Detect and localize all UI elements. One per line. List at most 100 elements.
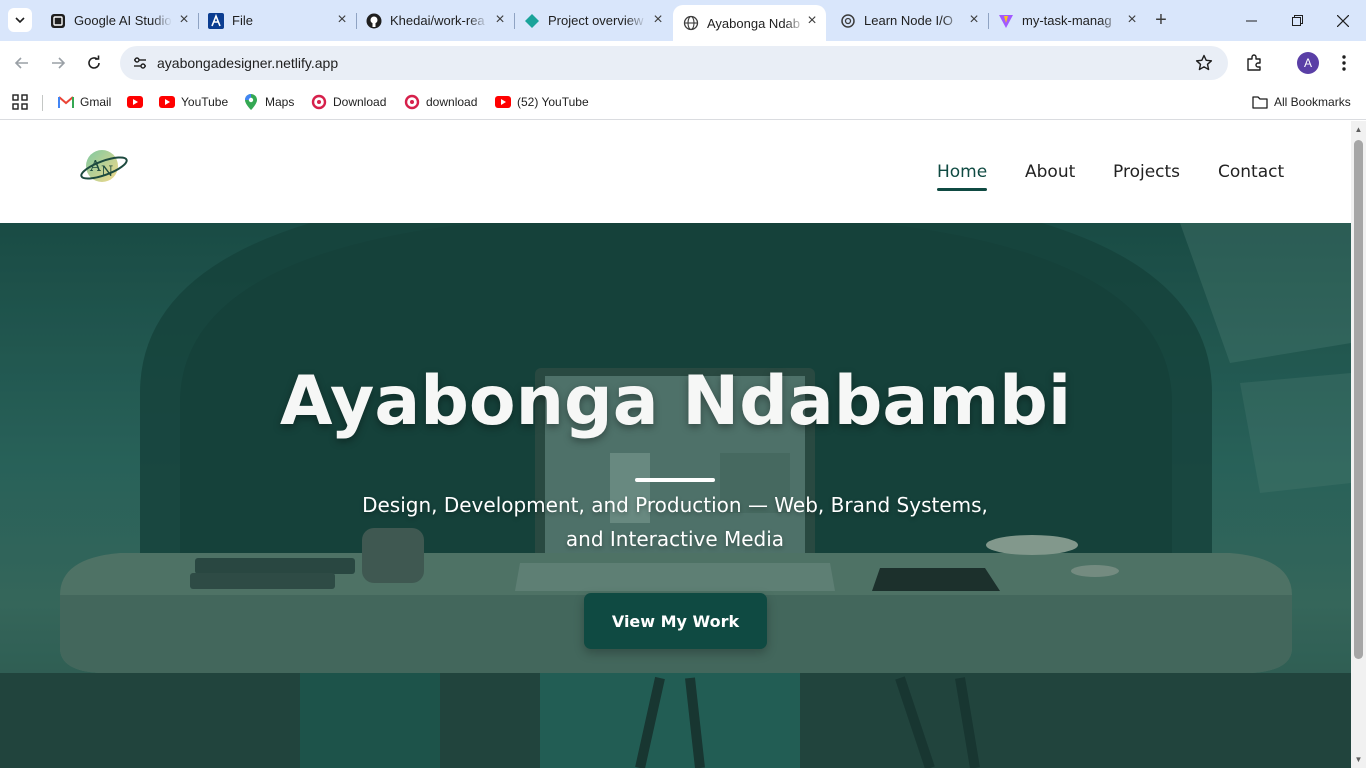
bookmark-label: (52) YouTube xyxy=(517,95,589,109)
bookmarks-bar: Gmail YouTube Maps Download download (52… xyxy=(0,85,1366,120)
openai-icon xyxy=(840,13,856,29)
scroll-up-arrow-icon[interactable]: ▲ xyxy=(1354,125,1363,134)
logo-text: A xyxy=(89,157,101,175)
logo-mark-icon: A N xyxy=(80,150,128,182)
github-icon xyxy=(366,13,382,29)
star-icon xyxy=(1195,54,1213,71)
browser-menu-button[interactable] xyxy=(1330,49,1358,77)
bookmark-star-button[interactable] xyxy=(1194,53,1214,73)
tab-google-ai-studio[interactable]: Google AI Studio × xyxy=(40,0,199,41)
new-tab-button[interactable]: + xyxy=(1151,10,1171,30)
tab-title: Learn Node I/O xyxy=(864,13,953,28)
puzzle-icon xyxy=(1247,54,1261,71)
all-bookmarks-button[interactable]: All Bookmarks xyxy=(1252,92,1351,112)
tab-title: Google AI Studio xyxy=(74,13,172,28)
reload-button[interactable] xyxy=(80,49,108,77)
page-scrollbar[interactable]: ▲ ▼ xyxy=(1351,121,1366,768)
tab-my-task-manager[interactable]: my-task-manag × xyxy=(988,0,1146,41)
logo-text: N xyxy=(101,164,113,180)
view-my-work-button[interactable]: View My Work xyxy=(584,593,767,649)
chevron-down-icon xyxy=(15,17,25,24)
bookmark-youtube-52[interactable]: (52) YouTube xyxy=(495,92,589,112)
arrow-left-icon xyxy=(14,57,28,69)
close-tab-icon[interactable]: × xyxy=(650,11,666,28)
close-tab-icon[interactable]: × xyxy=(1124,11,1140,28)
tab-file[interactable]: File × xyxy=(198,0,357,41)
bookmark-label: Maps xyxy=(265,95,295,109)
tab-title: Khedai/work-rea xyxy=(390,13,485,28)
tab-learn-node[interactable]: Learn Node I/O × xyxy=(830,0,989,41)
bookmark-separator xyxy=(42,95,43,111)
browser-toolbar: ayabongadesigner.netlify.app A xyxy=(0,41,1366,85)
tab-search-button[interactable] xyxy=(8,8,32,32)
gmail-icon xyxy=(58,94,74,110)
vite-icon xyxy=(998,13,1014,29)
apps-grid-icon xyxy=(12,94,28,110)
file-app-icon xyxy=(208,12,224,29)
kebab-menu-icon xyxy=(1342,55,1346,71)
download-site-icon xyxy=(311,94,327,110)
page-viewport: A N Home About Projects Contact Ayabonga… xyxy=(0,121,1351,768)
bookmark-download[interactable]: Download xyxy=(311,92,386,112)
minimize-button[interactable] xyxy=(1228,0,1274,41)
tune-icon xyxy=(134,57,146,69)
close-tab-icon[interactable]: × xyxy=(804,12,820,29)
hero-title: Ayabonga Ndabambi xyxy=(279,362,1072,441)
google-ai-studio-icon xyxy=(50,13,66,29)
apps-button[interactable] xyxy=(12,92,28,112)
nav-home[interactable]: Home xyxy=(937,162,988,191)
download-site-icon xyxy=(404,94,420,110)
nav-about[interactable]: About xyxy=(1025,162,1075,182)
site-info-button[interactable] xyxy=(128,51,152,75)
restore-icon xyxy=(1291,15,1303,26)
bookmark-label: Download xyxy=(333,95,387,109)
hero-section: Ayabonga Ndabambi Design, Development, a… xyxy=(0,223,1351,768)
site-header: A N Home About Projects Contact xyxy=(0,121,1351,223)
tab-project-overview[interactable]: Project overview × xyxy=(514,0,672,41)
bookmark-gmail[interactable]: Gmail xyxy=(58,92,111,112)
close-tab-icon[interactable]: × xyxy=(176,11,192,28)
profile-avatar[interactable]: A xyxy=(1297,52,1319,74)
hero-subtitle: Design, Development, and Production — We… xyxy=(325,488,1025,556)
arrow-right-icon xyxy=(52,57,66,69)
bookmark-youtube[interactable]: YouTube xyxy=(159,92,228,112)
tab-title: Project overview xyxy=(548,13,644,28)
hero-divider xyxy=(635,478,715,482)
tab-title: File xyxy=(232,13,253,28)
youtube-icon xyxy=(495,94,511,110)
close-window-button[interactable] xyxy=(1320,0,1366,41)
youtube-icon xyxy=(159,94,175,110)
site-logo[interactable]: A N xyxy=(78,143,130,189)
close-tab-icon[interactable]: × xyxy=(334,11,350,28)
tab-ayabonga-active[interactable]: Ayabonga Ndab × xyxy=(673,5,826,41)
maps-icon xyxy=(243,94,259,110)
address-bar[interactable]: ayabongadesigner.netlify.app xyxy=(120,46,1228,80)
bookmark-download-2[interactable]: download xyxy=(404,92,477,112)
url-text[interactable]: ayabongadesigner.netlify.app xyxy=(157,55,338,71)
all-bookmarks-label: All Bookmarks xyxy=(1274,95,1351,109)
scroll-down-arrow-icon[interactable]: ▼ xyxy=(1354,755,1363,764)
tab-strip: Google AI Studio × File × Khedai/work-re… xyxy=(0,0,1366,41)
restore-button[interactable] xyxy=(1274,0,1320,41)
bookmark-label: download xyxy=(426,95,478,109)
close-tab-icon[interactable]: × xyxy=(492,11,508,28)
back-button[interactable] xyxy=(8,49,36,77)
tab-title: my-task-manag xyxy=(1022,13,1112,28)
forward-button[interactable] xyxy=(44,49,72,77)
bookmark-youtube-icon-only[interactable] xyxy=(127,92,149,112)
close-tab-icon[interactable]: × xyxy=(966,11,982,28)
project-diamond-icon xyxy=(524,13,540,29)
tab-github[interactable]: Khedai/work-rea × xyxy=(356,0,515,41)
extensions-button[interactable] xyxy=(1240,49,1268,77)
folder-icon xyxy=(1252,94,1268,110)
bookmark-maps[interactable]: Maps xyxy=(243,92,294,112)
nav-contact[interactable]: Contact xyxy=(1218,162,1284,182)
scrollbar-thumb[interactable] xyxy=(1354,140,1363,659)
globe-icon xyxy=(683,15,699,31)
bookmark-label: YouTube xyxy=(181,95,229,109)
close-icon xyxy=(1337,14,1349,27)
minimize-icon xyxy=(1245,20,1257,22)
youtube-icon xyxy=(127,94,143,110)
hero-subtitle-line: and Interactive Media xyxy=(565,527,785,551)
nav-projects[interactable]: Projects xyxy=(1113,162,1180,182)
